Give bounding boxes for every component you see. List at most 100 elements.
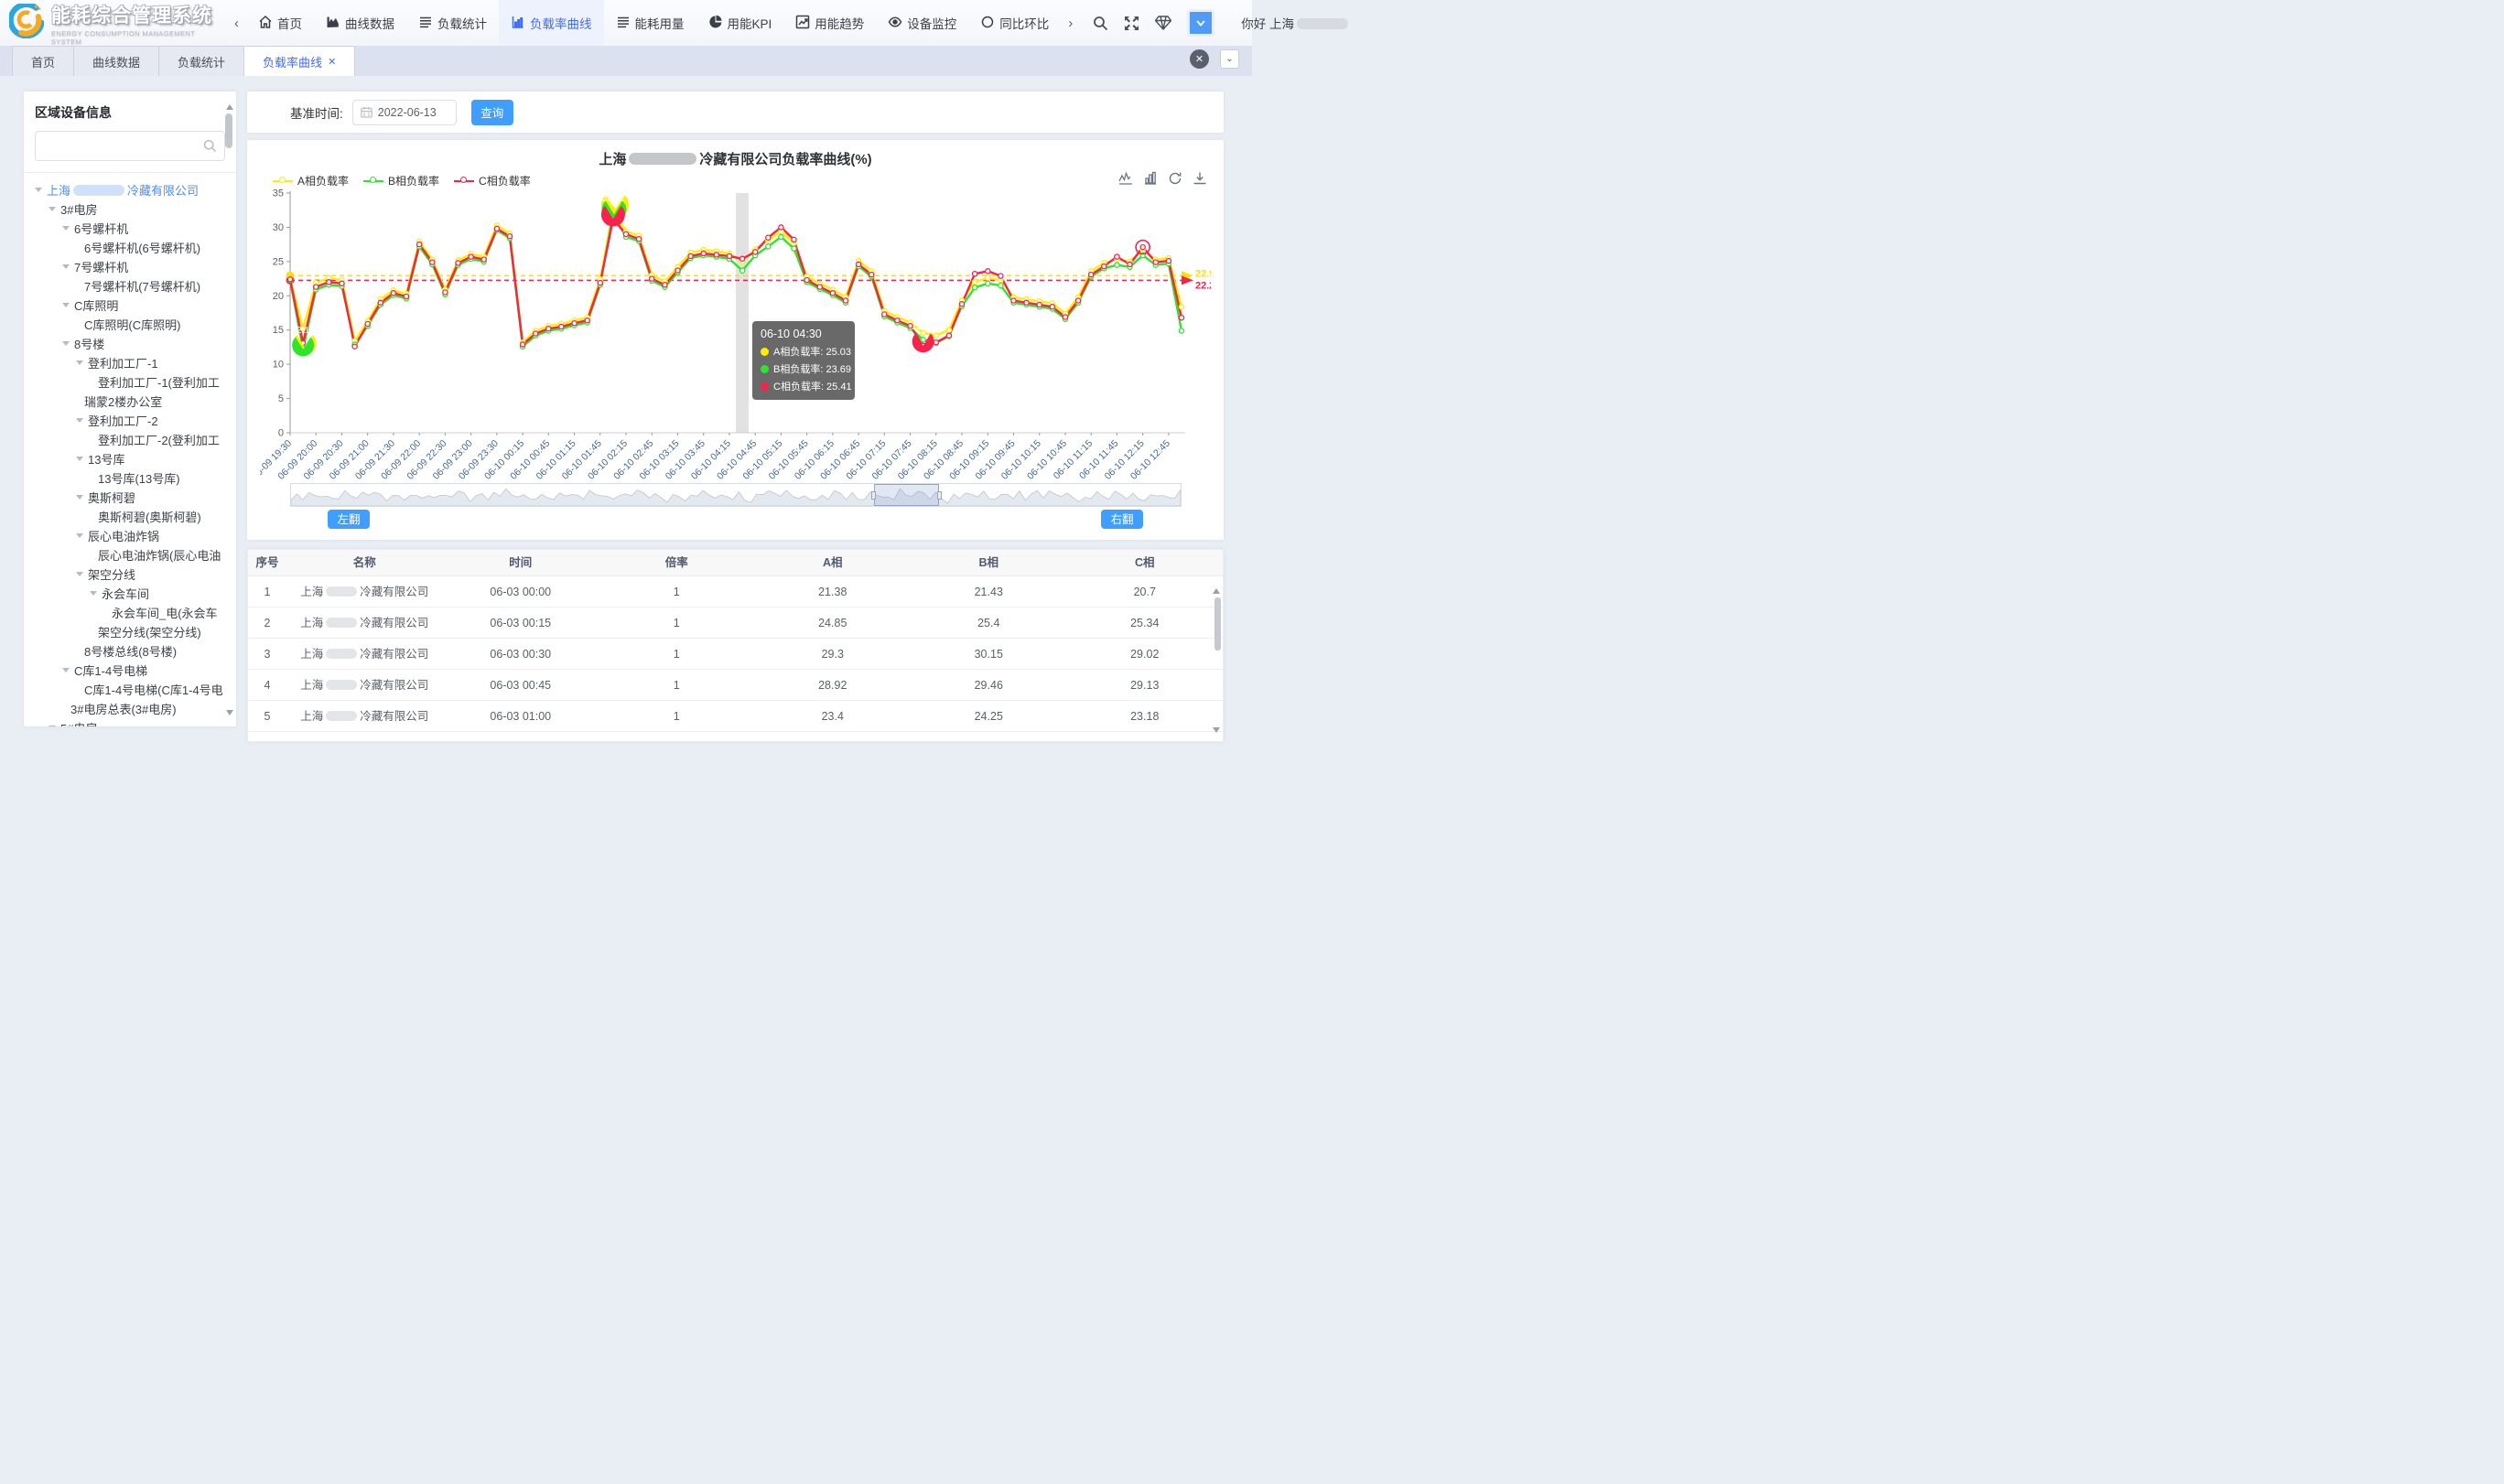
loadrate-chart[interactable]: 0510152025303522.9422.2631.2212.1612.710… xyxy=(260,188,1211,486)
magnifier-icon xyxy=(203,139,217,157)
tree-item-25[interactable]: C库1-4号电梯 xyxy=(35,661,225,680)
table-cell: 1 xyxy=(599,701,755,731)
logo-swirl-icon xyxy=(9,4,44,43)
nav-item-6[interactable]: 用能趋势 xyxy=(783,0,876,46)
caret-down-icon[interactable] xyxy=(76,533,83,542)
table-scroll-down-icon[interactable] xyxy=(1213,727,1220,737)
tree-item-26[interactable]: C库1-4号电梯(C库1-4号电 xyxy=(35,680,225,699)
nav-item-1[interactable]: 曲线数据 xyxy=(314,0,406,46)
tree-item-17[interactable]: 奥斯柯碧(奥斯柯碧) xyxy=(35,507,225,526)
fullscreen-icon[interactable] xyxy=(1124,16,1139,31)
tree-item-16[interactable]: 奥斯柯碧 xyxy=(35,488,225,507)
table-header-cell: 名称 xyxy=(286,550,443,576)
tree-item-28[interactable]: 5#电房 xyxy=(35,718,225,726)
legend-item[interactable]: C相负载率 xyxy=(454,173,531,188)
caret-down-icon[interactable] xyxy=(62,668,70,676)
tree-item-9[interactable]: 登利加工厂-1 xyxy=(35,353,225,372)
tree-item-19[interactable]: 辰心电油炸锅(辰心电油 xyxy=(35,545,225,565)
tab-close-icon[interactable]: ✕ xyxy=(328,56,336,68)
tab-1[interactable]: 曲线数据 xyxy=(74,46,159,76)
tooltip-time: 06-10 04:30 xyxy=(761,328,847,340)
page-left-button[interactable]: 左翻 xyxy=(328,510,370,529)
scrollbar-thumb[interactable] xyxy=(225,113,232,148)
tree-item-14[interactable]: 13号库 xyxy=(35,449,225,468)
tree-item-21[interactable]: 永会车间 xyxy=(35,584,225,603)
legend-item[interactable]: B相负载率 xyxy=(363,173,439,188)
tree-item-10[interactable]: 登利加工厂-1(登利加工 xyxy=(35,372,225,392)
tree-item-27[interactable]: 3#电房总表(3#电房) xyxy=(35,699,225,718)
datazoom-slider[interactable] xyxy=(290,483,1182,507)
legend-item[interactable]: A相负载率 xyxy=(273,173,349,188)
nav-item-label: 负载统计 xyxy=(437,14,487,32)
table-cell: 1 xyxy=(248,576,286,607)
tree-item-11[interactable]: 瑞蒙2楼办公室 xyxy=(35,392,225,411)
caret-down-icon[interactable] xyxy=(76,457,83,465)
datazoom-window[interactable] xyxy=(874,484,939,506)
tab-bar: 首页曲线数据负载统计 负载率曲线 ✕ ✕ ⌄ xyxy=(0,46,1252,76)
nav-item-8[interactable]: 同比环比 xyxy=(968,0,1061,46)
tree-item-8[interactable]: 8号楼 xyxy=(35,334,225,353)
table-scrollbar-thumb[interactable] xyxy=(1214,597,1221,651)
caret-down-icon[interactable] xyxy=(76,572,83,580)
tree-item-12[interactable]: 登利加工厂-2 xyxy=(35,411,225,430)
user-dropdown-button[interactable] xyxy=(1187,9,1214,37)
datazoom-handle-right[interactable] xyxy=(937,491,942,500)
caret-down-icon[interactable] xyxy=(90,591,97,599)
tab-label: 负载率曲线 xyxy=(263,53,322,70)
caret-down-icon[interactable] xyxy=(62,226,70,234)
table-cell: 1 xyxy=(599,639,755,669)
nav-scroll-left-icon[interactable]: ‹ xyxy=(227,16,246,31)
caret-down-icon[interactable] xyxy=(35,188,42,196)
tree-item-5[interactable]: 7号螺杆机(7号螺杆机) xyxy=(35,276,225,296)
tree-item-4[interactable]: 7号螺杆机 xyxy=(35,257,225,276)
tree-item-24[interactable]: 8号楼总线(8号楼) xyxy=(35,641,225,661)
caret-down-icon[interactable] xyxy=(62,341,70,349)
table-cell: 25.34 xyxy=(1067,608,1224,638)
device-search-input[interactable] xyxy=(35,131,225,161)
caret-down-icon[interactable] xyxy=(62,264,70,273)
nav-scroll-right-icon[interactable]: › xyxy=(1061,16,1080,31)
tab-0[interactable]: 首页 xyxy=(12,46,74,76)
caret-down-icon[interactable] xyxy=(49,207,56,215)
table-cell: 30.15 xyxy=(911,639,1067,669)
tree-item-22[interactable]: 永会车间_电(永会车 xyxy=(35,603,225,622)
query-button[interactable]: 查询 xyxy=(471,100,513,125)
nav-item-3[interactable]: 负载率曲线 xyxy=(499,0,604,46)
nav-item-4[interactable]: 能耗用量 xyxy=(604,0,696,46)
tree-item-23[interactable]: 架空分线(架空分线) xyxy=(35,622,225,641)
sidebar-scrollbar[interactable] xyxy=(225,101,234,719)
caret-down-icon[interactable] xyxy=(62,303,70,311)
table-scroll-up-icon[interactable] xyxy=(1213,585,1220,594)
tree-item-6[interactable]: C库照明 xyxy=(35,296,225,315)
tab-3[interactable]: 负载率曲线 ✕ xyxy=(244,46,355,76)
nav-item-5[interactable]: 用能KPI xyxy=(696,0,784,46)
datazoom-handle-left[interactable] xyxy=(871,491,876,500)
tab-2[interactable]: 负载统计 xyxy=(159,46,244,76)
caret-down-icon[interactable] xyxy=(76,418,83,426)
search-icon[interactable] xyxy=(1093,16,1108,31)
close-all-tabs-icon[interactable]: ✕ xyxy=(1190,49,1209,69)
nav-item-0[interactable]: 首页 xyxy=(246,0,314,46)
base-date-input[interactable]: 2022-06-13 xyxy=(352,100,457,125)
caret-down-icon[interactable] xyxy=(76,495,83,503)
nav-item-2[interactable]: 负载统计 xyxy=(406,0,499,46)
scroll-down-icon[interactable] xyxy=(226,710,233,719)
nav-item-7[interactable]: 设备监控 xyxy=(876,0,968,46)
tree-item-20[interactable]: 架空分线 xyxy=(35,565,225,584)
tree-item-13[interactable]: 登利加工厂-2(登利加工 xyxy=(35,430,225,449)
tree-item-1[interactable]: 3#电房 xyxy=(35,199,225,219)
tree-item-15[interactable]: 13号库(13号库) xyxy=(35,468,225,488)
tree-item-7[interactable]: C库照明(C库照明) xyxy=(35,315,225,334)
theme-diamond-icon[interactable] xyxy=(1155,16,1171,30)
page-right-button[interactable]: 右翻 xyxy=(1101,510,1143,529)
caret-down-icon[interactable] xyxy=(76,360,83,369)
tree-item-18[interactable]: 辰心电油炸锅 xyxy=(35,526,225,545)
tree-item-label: 13号库(13号库) xyxy=(98,469,180,487)
tree-item-label: C库1-4号电梯(C库1-4号电 xyxy=(84,681,223,698)
tree-item-3[interactable]: 6号螺杆机(6号螺杆机) xyxy=(35,238,225,257)
nav-item-label: 用能趋势 xyxy=(815,14,864,32)
tree-item-2[interactable]: 6号螺杆机 xyxy=(35,219,225,238)
tree-item-0[interactable]: 上海冷藏有限公司 xyxy=(35,180,225,199)
scroll-up-icon[interactable] xyxy=(226,101,233,110)
tab-options-dropdown-icon[interactable]: ⌄ xyxy=(1220,49,1239,69)
